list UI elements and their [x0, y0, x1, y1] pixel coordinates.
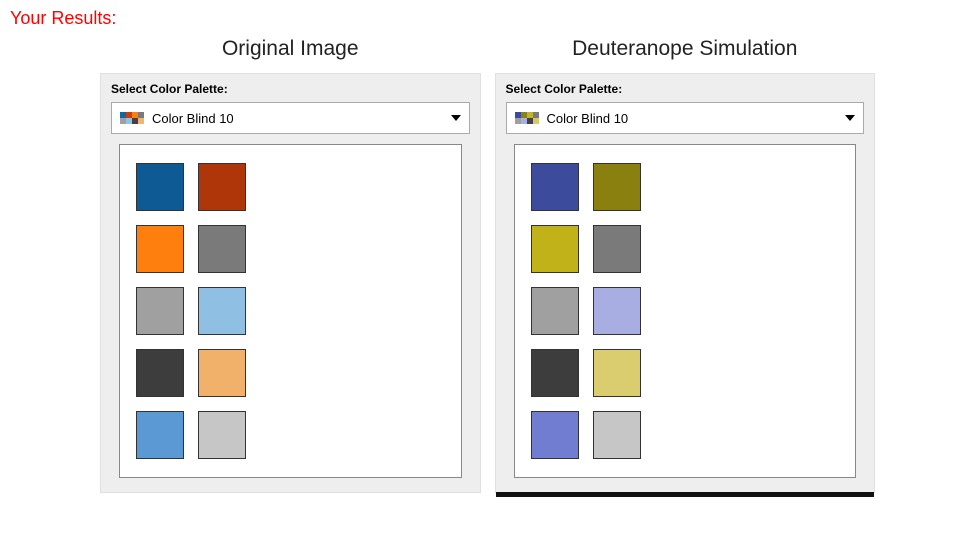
mini-swatch: [138, 118, 144, 124]
color-swatch[interactable]: [198, 411, 246, 459]
original-swatch-area: [119, 144, 462, 478]
deuteranope-palette-dropdown[interactable]: Color Blind 10: [506, 102, 865, 134]
color-swatch[interactable]: [531, 225, 579, 273]
color-swatch[interactable]: [198, 225, 246, 273]
original-dropdown-value: Color Blind 10: [152, 111, 451, 126]
color-swatch[interactable]: [136, 411, 184, 459]
color-swatch[interactable]: [198, 349, 246, 397]
deuteranope-title: Deuteranope Simulation: [495, 37, 876, 61]
results-heading: Your Results:: [0, 0, 975, 37]
color-swatch[interactable]: [593, 287, 641, 335]
deuteranope-panel-wrap: Deuteranope Simulation Select Color Pale…: [495, 37, 876, 493]
color-swatch[interactable]: [593, 411, 641, 459]
chevron-down-icon: [845, 115, 855, 121]
color-swatch[interactable]: [136, 225, 184, 273]
color-swatch[interactable]: [198, 287, 246, 335]
original-image-title: Original Image: [100, 37, 481, 61]
color-swatch[interactable]: [136, 349, 184, 397]
deuteranope-panel: Select Color Palette: Color Blind 10: [495, 73, 876, 493]
color-swatch[interactable]: [593, 225, 641, 273]
color-swatch[interactable]: [593, 349, 641, 397]
color-swatch[interactable]: [136, 287, 184, 335]
mini-swatch: [533, 118, 539, 124]
deuteranope-swatch-area: [514, 144, 857, 478]
deuteranope-swatch-grid: [531, 163, 840, 459]
color-swatch[interactable]: [531, 349, 579, 397]
color-swatch[interactable]: [531, 287, 579, 335]
original-select-label: Select Color Palette:: [111, 82, 470, 96]
original-swatch-grid: [136, 163, 445, 459]
original-dropdown-swatch-preview: [120, 112, 144, 124]
original-image-panel: Select Color Palette: Color Blind 10: [100, 73, 481, 493]
color-swatch[interactable]: [531, 163, 579, 211]
color-swatch[interactable]: [136, 163, 184, 211]
deuteranope-select-label: Select Color Palette:: [506, 82, 865, 96]
deuteranope-dropdown-swatch-preview: [515, 112, 539, 124]
deuteranope-dropdown-value: Color Blind 10: [547, 111, 846, 126]
color-swatch[interactable]: [593, 163, 641, 211]
original-image-panel-wrap: Original Image Select Color Palette: Col…: [100, 37, 481, 493]
original-palette-dropdown[interactable]: Color Blind 10: [111, 102, 470, 134]
color-swatch[interactable]: [198, 163, 246, 211]
color-swatch[interactable]: [531, 411, 579, 459]
chevron-down-icon: [451, 115, 461, 121]
